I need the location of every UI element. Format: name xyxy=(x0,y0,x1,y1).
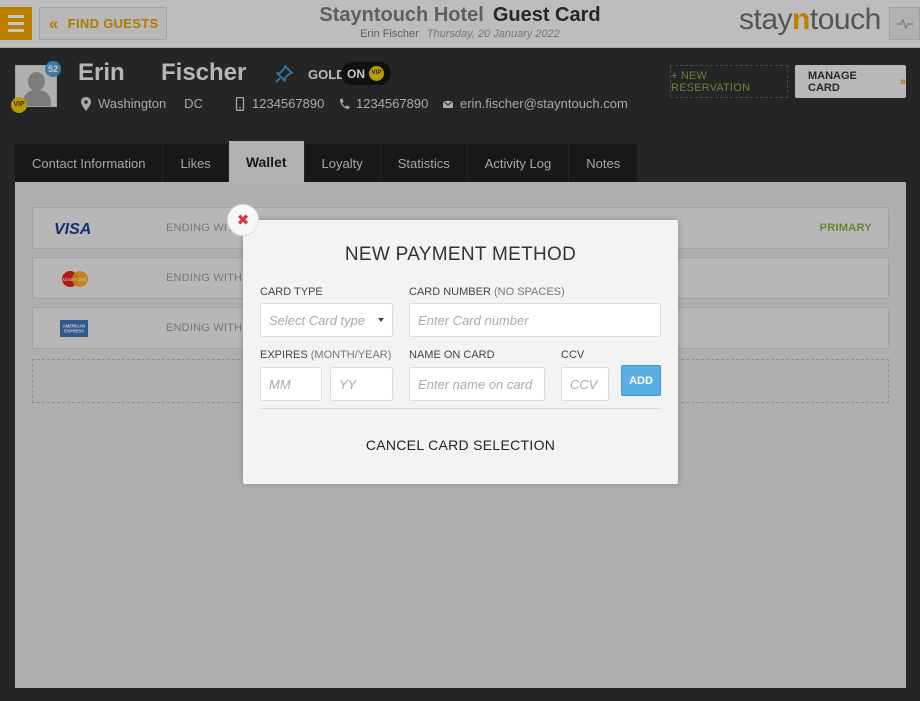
ccv-label: CCV xyxy=(561,349,585,361)
expires-label: EXPIRES (MONTH/YEAR) xyxy=(260,349,392,361)
card-type-label: CARD TYPE xyxy=(260,286,323,298)
name-on-card-label: NAME ON CARD xyxy=(409,349,495,361)
ccv-input[interactable]: CCV xyxy=(561,367,609,401)
name-on-card-input[interactable]: Enter name on card xyxy=(409,367,545,401)
card-number-label: CARD NUMBER (NO SPACES) xyxy=(409,286,565,298)
close-icon[interactable]: ✖ xyxy=(227,204,259,236)
caret-down-icon xyxy=(378,318,384,322)
card-type-select[interactable]: Select Card type xyxy=(260,303,393,337)
new-payment-method-modal: NEW PAYMENT METHOD CARD TYPE Select Card… xyxy=(243,220,678,484)
expiry-month-input[interactable]: MM xyxy=(260,367,322,401)
expiry-year-input[interactable]: YY xyxy=(330,367,393,401)
add-card-button[interactable]: ADD xyxy=(621,365,661,396)
modal-title: NEW PAYMENT METHOD xyxy=(344,244,577,265)
modal-divider xyxy=(260,408,661,409)
card-number-input[interactable]: Enter Card number xyxy=(409,303,661,337)
cancel-card-selection-button[interactable]: CANCEL CARD SELECTION xyxy=(243,437,678,453)
